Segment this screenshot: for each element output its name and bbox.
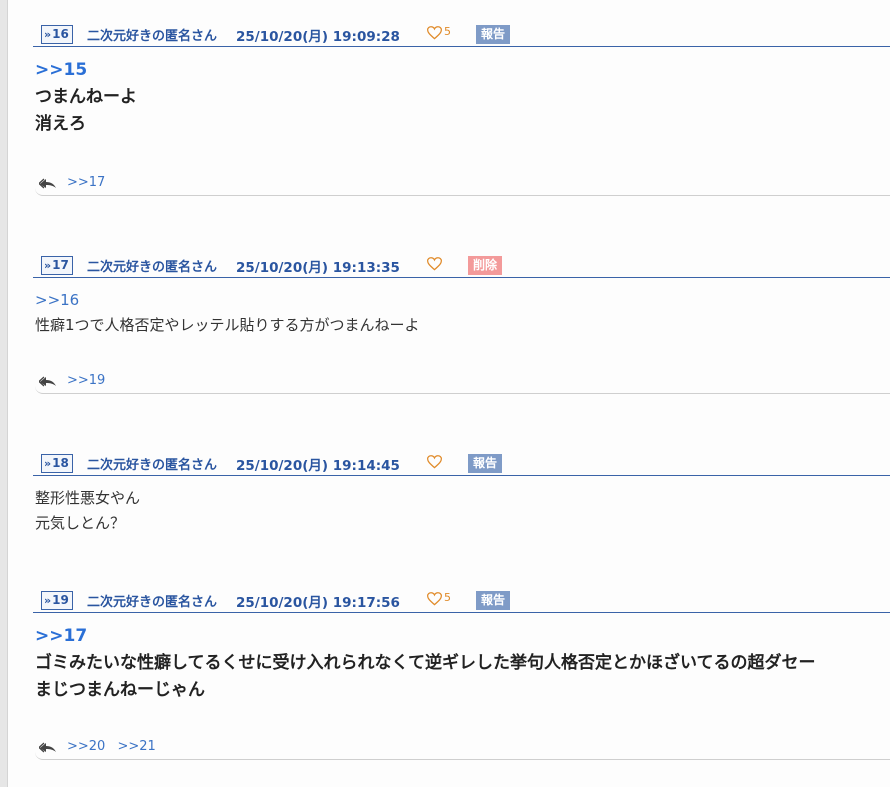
post-text: まじつまんねーじゃん	[35, 680, 205, 700]
post-number-button[interactable]: »18	[41, 454, 73, 473]
post-datetime: 25/10/20(月) 19:17:56	[236, 595, 400, 611]
reply-icon[interactable]	[39, 374, 57, 388]
post-footer: >>19	[35, 373, 890, 394]
post-text: ゴミみたいな性癖してるくせに受け入れられなくて逆ギレした挙句人格否定とかほざいて…	[35, 653, 816, 673]
like-count: 5	[444, 590, 451, 604]
post-datetime: 25/10/20(月) 19:14:45	[236, 458, 400, 474]
double-chevron-icon: »	[44, 28, 52, 41]
report-button[interactable]: 報告	[476, 591, 511, 610]
post-number-button[interactable]: »16	[41, 25, 73, 44]
poster-name: 二次元好きの匿名さん	[87, 29, 218, 44]
post-header: »16 二次元好きの匿名さん 25/10/20(月) 19:09:28 5 報告	[33, 20, 890, 47]
poster-name: 二次元好きの匿名さん	[87, 260, 218, 275]
post-footer: >>20 >>21	[35, 739, 890, 760]
like-button[interactable]: 5	[427, 589, 451, 609]
report-button[interactable]: 報告	[468, 454, 503, 473]
post-header: »17 二次元好きの匿名さん 25/10/20(月) 19:13:35 削除	[33, 251, 890, 278]
reply-link[interactable]: >>19	[67, 373, 105, 388]
reply-link[interactable]: >>21	[117, 739, 155, 754]
post-datetime: 25/10/20(月) 19:09:28	[236, 29, 400, 45]
reply-links: >>17	[67, 175, 113, 190]
post-datetime: 25/10/20(月) 19:13:35	[236, 260, 400, 276]
post-number-button[interactable]: »19	[41, 591, 73, 610]
post-header: »19 二次元好きの匿名さん 25/10/20(月) 19:17:56 5 報告	[33, 586, 890, 613]
reply-links: >>19	[67, 373, 113, 388]
report-button[interactable]: 報告	[476, 25, 511, 44]
post: »16 二次元好きの匿名さん 25/10/20(月) 19:09:28 5 報告…	[33, 20, 890, 196]
poster-name: 二次元好きの匿名さん	[87, 458, 218, 473]
double-chevron-icon: »	[44, 594, 52, 607]
reply-icon[interactable]	[39, 176, 57, 190]
poster-name: 二次元好きの匿名さん	[87, 595, 218, 610]
heart-icon	[427, 455, 442, 469]
post-header: »18 二次元好きの匿名さん 25/10/20(月) 19:14:45 報告	[33, 449, 890, 476]
post-number-button[interactable]: »17	[41, 256, 73, 275]
anchor-link[interactable]: >>16	[35, 288, 890, 313]
post-footer: >>17	[35, 175, 890, 196]
like-button[interactable]	[427, 254, 451, 274]
heart-icon	[427, 26, 442, 40]
post-body: 整形性悪女やん 元気しとん？	[33, 476, 890, 536]
post-text: つまんねーよ	[35, 87, 137, 107]
reply-icon[interactable]	[39, 740, 57, 754]
heart-icon	[427, 257, 442, 271]
heart-icon	[427, 592, 442, 606]
reply-links: >>20 >>21	[67, 739, 164, 754]
post: »19 二次元好きの匿名さん 25/10/20(月) 19:17:56 5 報告…	[33, 586, 890, 760]
double-chevron-icon: »	[44, 259, 52, 272]
post-body: >>15 つまんねーよ 消えろ	[33, 47, 890, 138]
like-count: 5	[444, 24, 451, 38]
anchor-link[interactable]: >>17	[35, 623, 890, 650]
reply-link[interactable]: >>20	[67, 739, 105, 754]
left-border	[0, 0, 8, 787]
post: »17 二次元好きの匿名さん 25/10/20(月) 19:13:35 削除 >…	[33, 251, 890, 394]
delete-button[interactable]: 削除	[468, 256, 503, 275]
post: »18 二次元好きの匿名さん 25/10/20(月) 19:14:45 報告 整…	[33, 449, 890, 536]
like-button[interactable]: 5	[427, 23, 451, 43]
double-chevron-icon: »	[44, 457, 52, 470]
anchor-link[interactable]: >>15	[35, 57, 890, 84]
post-text: 元気しとん？	[35, 514, 126, 532]
post-text: 消えろ	[35, 114, 86, 134]
post-text: 性癖1つで人格否定やレッテル貼りする方がつまんねーよ	[35, 316, 420, 334]
reply-link[interactable]: >>17	[67, 175, 105, 190]
post-text: 整形性悪女やん	[35, 489, 141, 507]
post-body: >>17 ゴミみたいな性癖してるくせに受け入れられなくて逆ギレした挙句人格否定と…	[33, 613, 890, 704]
post-body: >>16 性癖1つで人格否定やレッテル貼りする方がつまんねーよ	[33, 278, 890, 338]
like-button[interactable]	[427, 452, 451, 472]
